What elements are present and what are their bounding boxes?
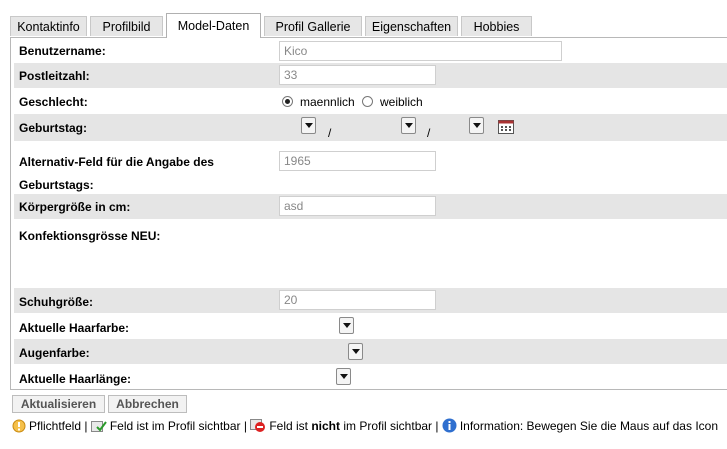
tab-profilbild[interactable]: Profilbild [90, 16, 163, 36]
legend-required: Pflichtfeld | [29, 419, 88, 433]
haarfarbe-dropdown[interactable] [339, 317, 354, 334]
row-geburtstag: Geburtstag: / / [14, 114, 727, 141]
tab-kontaktinfo[interactable]: Kontaktinfo [10, 16, 87, 36]
hidden-icon [250, 419, 266, 432]
radio-maennlich[interactable] [282, 96, 293, 107]
dropdown-arrow-icon [405, 123, 413, 128]
row-alternativ: Alternativ-Feld für die Angabe des Gebur… [14, 141, 727, 194]
tab-hobbies[interactable]: Hobbies [461, 16, 532, 36]
weiblich-label: weiblich [380, 95, 423, 109]
koerpergroesse-label: Körpergröße in cm: [19, 200, 131, 214]
legend-hidden-bold: nicht [311, 419, 341, 433]
dropdown-arrow-icon [305, 123, 313, 128]
maennlich-label: maennlich [300, 95, 355, 109]
schuhgroesse-label: Schuhgröße: [19, 295, 93, 309]
tab-model-daten[interactable]: Model-Daten [166, 13, 261, 38]
row-schuhgroesse: Schuhgröße: 20 [14, 288, 727, 313]
postleitzahl-label: Postleitzahl: [19, 69, 90, 83]
row-koerpergroesse: Körpergröße in cm: asd [14, 194, 727, 219]
haarlaenge-dropdown[interactable] [336, 368, 351, 385]
row-haarlaenge: Aktuelle Haarlänge: [14, 364, 727, 389]
konfektion-label: Konfektionsgrösse NEU: [19, 229, 161, 243]
dropdown-arrow-icon [340, 374, 348, 379]
alternativ-field[interactable]: 1965 [279, 151, 436, 171]
row-benutzername: Benutzername: Kico [14, 39, 727, 63]
postleitzahl-field[interactable]: 33 [279, 65, 436, 85]
row-haarfarbe: Aktuelle Haarfarbe: [14, 313, 727, 339]
benutzername-label: Benutzername: [19, 44, 106, 58]
schuhgroesse-field[interactable]: 20 [279, 290, 436, 310]
haarfarbe-label: Aktuelle Haarfarbe: [19, 321, 130, 335]
dropdown-arrow-icon [473, 123, 481, 128]
radio-weiblich[interactable] [362, 96, 373, 107]
date-separator-2: / [427, 126, 431, 140]
dropdown-arrow-icon [352, 349, 360, 354]
haarlaenge-label: Aktuelle Haarlänge: [19, 372, 132, 386]
geschlecht-label: Geschlecht: [19, 95, 88, 109]
calendar-icon[interactable] [498, 120, 514, 134]
dropdown-arrow-icon [343, 323, 351, 328]
alternativ-label-line2: Geburtstags: [19, 178, 94, 192]
month-dropdown[interactable] [401, 117, 416, 134]
legend-visible: Feld ist im Profil sichtbar | [109, 419, 247, 433]
geburtstag-label: Geburtstag: [19, 121, 88, 135]
augenfarbe-label: Augenfarbe: [19, 346, 90, 360]
legend-hidden-post: im Profil sichtbar | [340, 419, 439, 433]
legend-info: Information: Bewegen Sie die Maus auf da… [459, 419, 718, 433]
legend-hidden-pre: Feld ist [269, 419, 312, 433]
koerpergroesse-field[interactable]: asd [279, 196, 436, 216]
day-dropdown[interactable] [301, 117, 316, 134]
tab-profil-gallerie[interactable]: Profil Gallerie [264, 16, 362, 36]
update-button[interactable]: Aktualisieren [12, 395, 105, 413]
model-daten-panel: Benutzername: Kico Postleitzahl: 33 Gesc… [10, 37, 727, 390]
required-icon [12, 419, 26, 433]
year-dropdown[interactable] [469, 117, 484, 134]
cancel-button[interactable]: Abbrechen [108, 395, 187, 413]
visible-icon [90, 421, 107, 432]
info-icon [442, 418, 457, 433]
tab-eigenschaften[interactable]: Eigenschaften [365, 16, 458, 36]
benutzername-field[interactable]: Kico [279, 41, 562, 61]
legend: Pflichtfeld | Feld ist im Profil sichtba… [12, 416, 727, 437]
row-postleitzahl: Postleitzahl: 33 [14, 63, 727, 88]
row-augenfarbe: Augenfarbe: [14, 339, 727, 364]
augenfarbe-dropdown[interactable] [348, 343, 363, 360]
date-separator-1: / [328, 126, 332, 140]
row-geschlecht: Geschlecht: maennlich weiblich [14, 88, 727, 114]
row-konfektion: Konfektionsgrösse NEU: [14, 219, 727, 288]
alternativ-label-line1: Alternativ-Feld für die Angabe des [19, 155, 214, 169]
